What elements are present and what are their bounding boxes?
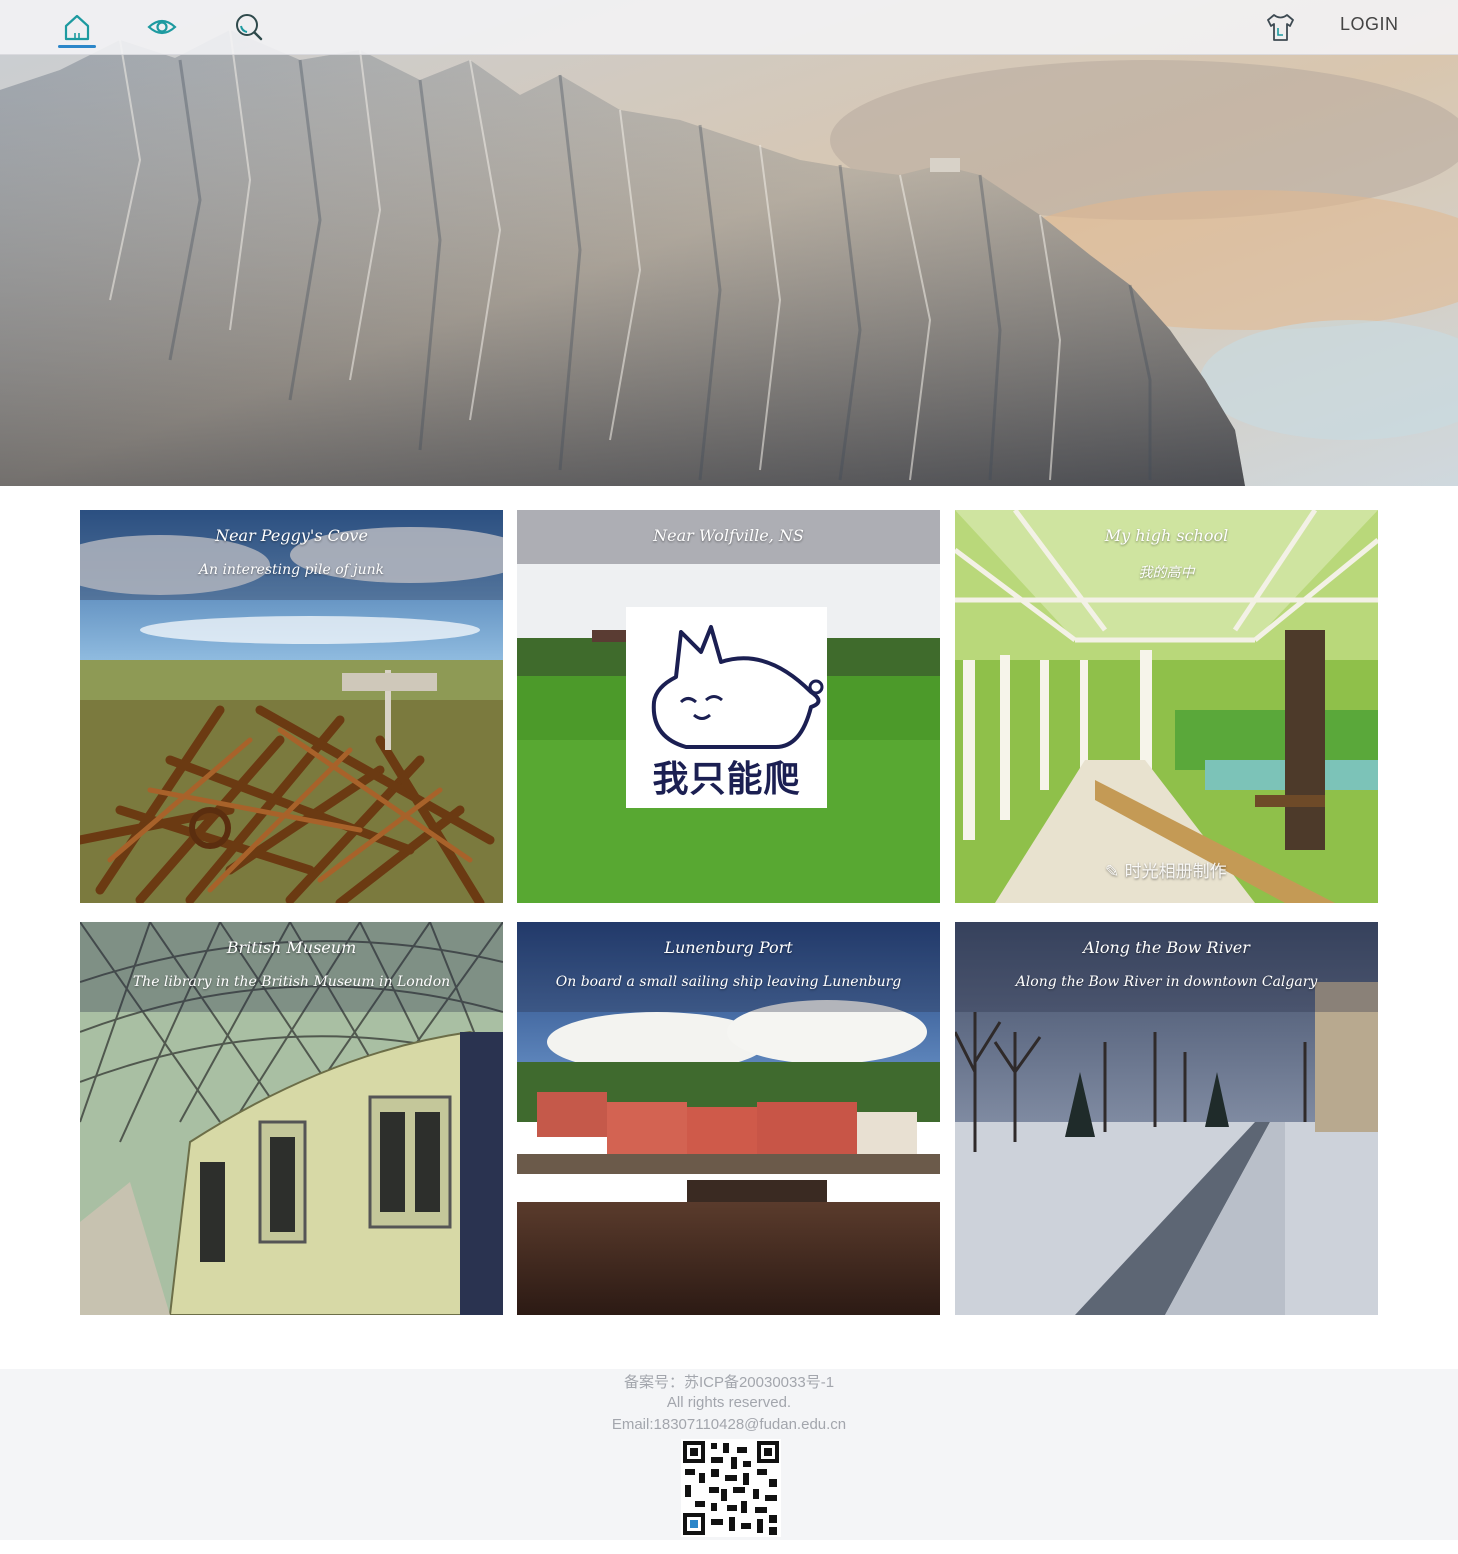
- login-link[interactable]: LOGIN: [1340, 14, 1399, 38]
- gallery-card[interactable]: British Museum The library in the Britis…: [80, 922, 503, 1315]
- card-title: Lunenburg Port: [664, 938, 793, 957]
- gallery-card[interactable]: 我只能爬 Near Wolfville, NS: [517, 510, 940, 903]
- gallery-card[interactable]: My high school 我的高中 ✎ 时光相册制作: [955, 510, 1378, 903]
- card-title: British Museum: [226, 938, 357, 957]
- home-icon[interactable]: [60, 10, 94, 44]
- eye-icon[interactable]: [145, 10, 179, 44]
- meme-caption: 我只能爬: [652, 759, 801, 800]
- card-caption: Along the Bow River Along the Bow River …: [955, 922, 1378, 1012]
- email-text: Email:18307110428@fudan.edu.cn: [611, 1416, 847, 1433]
- top-nav: LOGIN: [0, 0, 1458, 55]
- card-title: Near Peggy's Cove: [215, 526, 368, 545]
- card-title: Near Wolfville, NS: [653, 526, 804, 545]
- hero-mountain-image: [0, 0, 1458, 486]
- hero-banner: [0, 0, 1458, 486]
- card-caption: British Museum The library in the Britis…: [80, 922, 503, 1012]
- active-tab-indicator: [58, 45, 96, 48]
- cat-meme-drawing: [651, 625, 824, 749]
- tshirt-icon[interactable]: [1263, 10, 1297, 44]
- photo-watermark: ✎ 时光相册制作: [1105, 857, 1227, 882]
- icp-record: 备案号：苏ICP备20030033号-1: [623, 1374, 835, 1391]
- watermark-text: 时光相册制作: [1124, 862, 1227, 882]
- card-description: On board a small sailing ship leaving Lu…: [555, 974, 902, 990]
- footer: 备案号：苏ICP备20030033号-1 All rights reserved…: [0, 1369, 1458, 1540]
- card-description: 我的高中: [1138, 565, 1195, 581]
- card-description: Along the Bow River in downtown Calgary: [1015, 974, 1318, 990]
- gallery-card[interactable]: Along the Bow River Along the Bow River …: [955, 922, 1378, 1315]
- card-title: Along the Bow River: [1083, 938, 1250, 957]
- card-caption: Near Wolfville, NS: [517, 510, 940, 564]
- leaf-icon: ✎: [1105, 862, 1125, 882]
- card-caption: My high school 我的高中: [955, 510, 1378, 600]
- gallery-card[interactable]: Lunenburg Port On board a small sailing …: [517, 922, 940, 1315]
- qr-code: [681, 1439, 781, 1537]
- meme-image: 我只能爬: [626, 607, 827, 808]
- card-caption: Lunenburg Port On board a small sailing …: [517, 922, 940, 1012]
- gallery-card[interactable]: Near Peggy's Cove An interesting pile of…: [80, 510, 503, 903]
- card-description: The library in the British Museum in Lon…: [132, 974, 451, 990]
- card-title: My high school: [1104, 526, 1229, 545]
- card-caption: Near Peggy's Cove An interesting pile of…: [80, 510, 503, 600]
- card-description: An interesting pile of junk: [198, 562, 385, 578]
- search-icon[interactable]: [232, 10, 266, 44]
- rights-text: All rights reserved.: [666, 1394, 792, 1411]
